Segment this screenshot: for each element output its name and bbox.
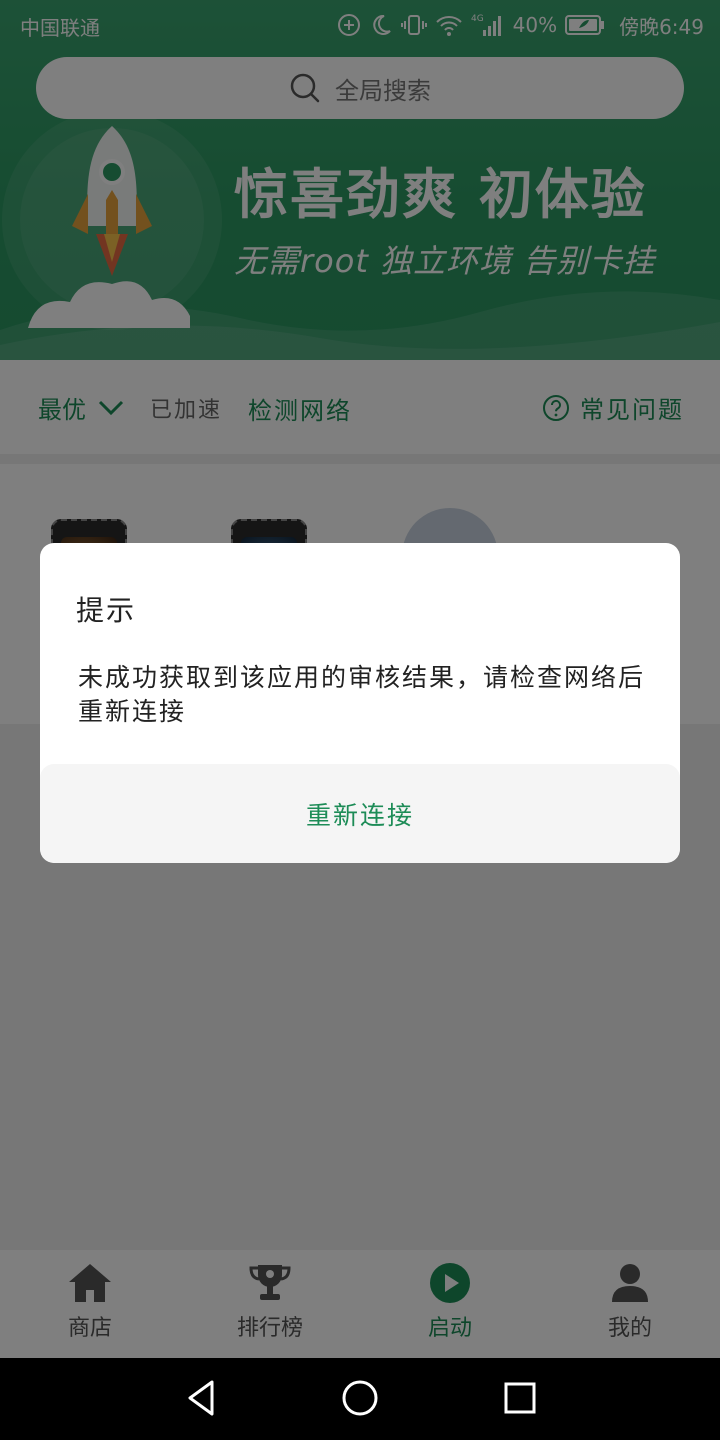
back-icon[interactable] bbox=[182, 1378, 222, 1418]
system-nav-bar bbox=[0, 1358, 720, 1440]
alert-dialog: 提示 未成功获取到该应用的审核结果，请检查网络后重新连接 重新连接 bbox=[40, 543, 680, 863]
dialog-title: 提示 bbox=[76, 594, 137, 627]
dialog-message: 未成功获取到该应用的审核结果，请检查网络后重新连接 bbox=[78, 663, 646, 726]
home-circle-icon[interactable] bbox=[340, 1378, 380, 1418]
dialog-footer: 重新连接 bbox=[40, 764, 680, 863]
recents-icon[interactable] bbox=[500, 1378, 540, 1418]
reconnect-button[interactable]: 重新连接 bbox=[40, 764, 680, 863]
